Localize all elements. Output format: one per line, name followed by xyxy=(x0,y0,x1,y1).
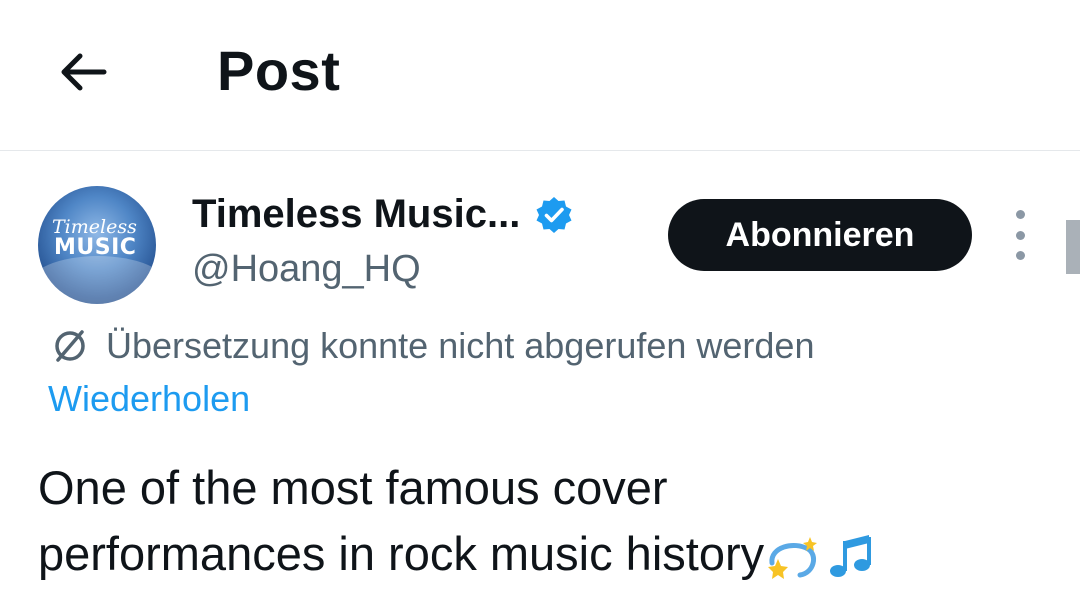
translation-status: Übersetzung konnte nicht abgerufen werde… xyxy=(50,325,814,367)
avatar-logo-text-bottom: MUSIC xyxy=(54,235,137,260)
tweet-line-1: One of the most famous cover xyxy=(38,461,668,514)
music-notes-emoji-icon xyxy=(830,534,872,577)
tweet-text: One of the most famous cover performance… xyxy=(38,455,1058,587)
header-divider xyxy=(0,150,1080,151)
back-arrow-icon xyxy=(61,53,107,91)
more-dot xyxy=(1015,210,1025,219)
more-options-icon[interactable] xyxy=(1004,210,1036,260)
avatar-wave-decoration xyxy=(38,256,156,304)
author-handle[interactable]: @Hoang_HQ xyxy=(192,248,421,291)
tweet-line-2: performances in rock music history xyxy=(38,521,1058,587)
subscribe-button[interactable]: Abonnieren xyxy=(668,199,972,271)
verified-badge-icon[interactable] xyxy=(534,195,574,235)
page-title: Post xyxy=(217,39,341,102)
translate-unavailable-icon xyxy=(55,330,85,362)
scrollbar-thumb[interactable] xyxy=(1066,220,1080,274)
tweet-line-2-text: performances in rock music history xyxy=(38,527,765,580)
translation-error-text: Übersetzung konnte nicht abgerufen werde… xyxy=(106,325,815,366)
author-name-row[interactable]: Timeless Music... xyxy=(192,192,574,237)
more-dot xyxy=(1015,230,1025,240)
top-bar: Post xyxy=(0,0,1080,150)
dizzy-emoji-icon xyxy=(768,536,818,579)
more-dot xyxy=(1015,251,1025,260)
avatar[interactable]: Timeless MUSIC xyxy=(38,186,156,304)
author-display-name[interactable]: Timeless Music... xyxy=(192,192,520,237)
retry-translation-link[interactable]: Wiederholen xyxy=(48,378,250,420)
back-button[interactable] xyxy=(52,40,116,104)
